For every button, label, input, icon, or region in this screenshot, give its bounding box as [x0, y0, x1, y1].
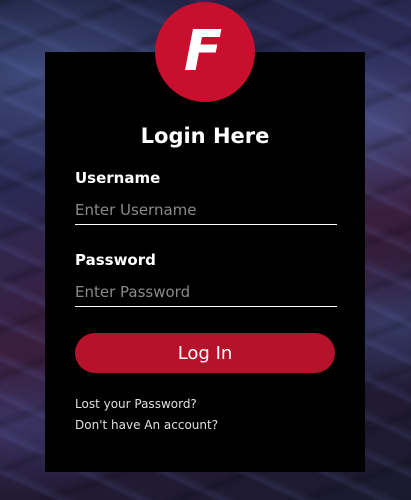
logo-letter: F	[183, 19, 223, 84]
password-input[interactable]	[75, 277, 337, 307]
forgot-password-link[interactable]: Lost your Password?	[75, 397, 197, 411]
login-button[interactable]: Log In	[75, 333, 335, 373]
brand-logo: F	[155, 2, 255, 102]
signup-link[interactable]: Don't have An account?	[75, 418, 218, 432]
password-label: Password	[75, 251, 156, 269]
username-input[interactable]	[75, 195, 337, 225]
page-title: Login Here	[140, 124, 270, 148]
login-panel: Login Here Username Password Log In Lost…	[45, 52, 365, 472]
username-label: Username	[75, 169, 161, 187]
